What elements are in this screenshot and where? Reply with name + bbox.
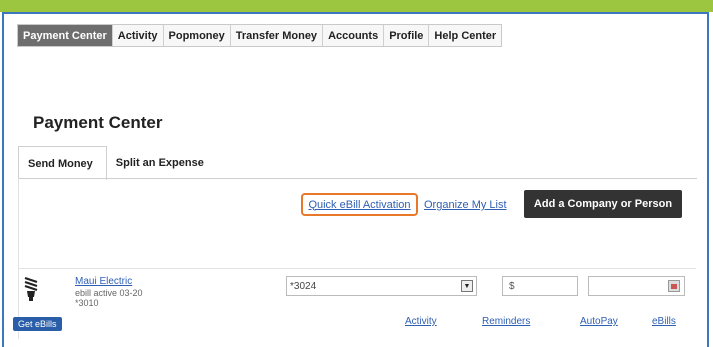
autopay-link[interactable]: AutoPay	[580, 316, 618, 327]
organize-my-list-link[interactable]: Organize My List	[424, 199, 507, 211]
tab-send-money[interactable]: Send Money	[18, 146, 107, 180]
tab-split-an-expense[interactable]: Split an Expense	[107, 146, 217, 179]
nav-tab-help-center[interactable]: Help Center	[428, 25, 502, 46]
payee-ebill-status: ebill active 03-20	[75, 288, 143, 298]
ebills-link[interactable]: eBills	[652, 316, 676, 327]
chevron-down-icon[interactable]: ▼	[461, 280, 473, 292]
nav-tab-activity[interactable]: Activity	[111, 25, 163, 46]
nav-tab-accounts[interactable]: Accounts	[322, 25, 384, 46]
pay-from-value: *3024	[290, 280, 317, 292]
amount-currency: $	[509, 280, 515, 292]
lightbulb-icon	[24, 276, 38, 301]
nav-tab-popmoney[interactable]: Popmoney	[162, 25, 230, 46]
nav-tab-profile[interactable]: Profile	[383, 25, 429, 46]
date-input[interactable]	[588, 276, 685, 296]
quick-ebill-highlight: Quick eBill Activation	[301, 193, 418, 216]
main-nav: Payment Center Activity Popmoney Transfe…	[17, 24, 503, 47]
reminders-link[interactable]: Reminders	[482, 316, 530, 327]
row-divider	[18, 268, 696, 269]
pay-from-select[interactable]: *3024 ▼	[286, 276, 477, 296]
top-accent-bar	[0, 0, 713, 12]
add-company-or-person-button[interactable]: Add a Company or Person	[524, 190, 682, 218]
nav-tab-payment-center[interactable]: Payment Center	[18, 25, 112, 46]
get-ebills-button[interactable]: Get eBills	[13, 317, 62, 331]
amount-input[interactable]: $	[502, 276, 578, 296]
calendar-icon[interactable]	[668, 280, 680, 292]
quick-ebill-activation-link[interactable]: Quick eBill Activation	[308, 199, 410, 211]
sub-tabs: Send Money Split an Expense	[18, 146, 217, 180]
page-title: Payment Center	[33, 113, 163, 132]
nav-tab-transfer-money[interactable]: Transfer Money	[229, 25, 323, 46]
payee-account-number: *3010	[75, 298, 99, 308]
activity-link[interactable]: Activity	[405, 316, 437, 327]
payee-name-link[interactable]: Maui Electric	[75, 276, 132, 287]
